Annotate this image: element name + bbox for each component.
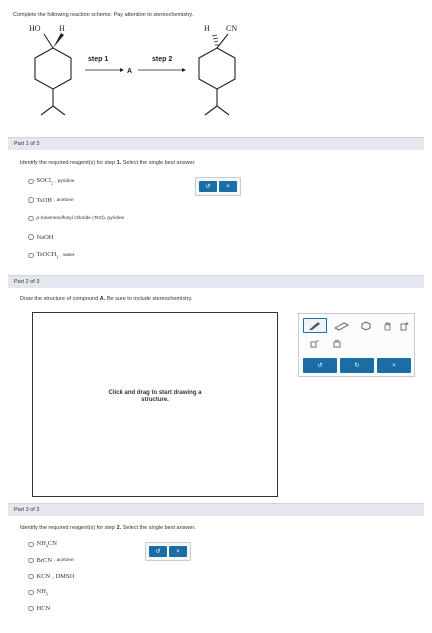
radio-button[interactable]: [28, 252, 34, 259]
part1-option-socl2[interactable]: SOCl2, pyridine: [28, 177, 124, 186]
product-label-h: H: [204, 24, 210, 33]
part2-button-bar: ↺ ↻ ×: [303, 358, 411, 373]
lone-pair-icon: [333, 339, 341, 347]
undo-icon: ↺: [317, 363, 323, 369]
close-icon: ×: [226, 183, 230, 190]
part3-button-bar: ↺ ×: [145, 542, 191, 561]
radio-button[interactable]: [28, 215, 34, 222]
part1-question: Identify the required reagent(s) for ste…: [20, 160, 196, 166]
part3-options: NH4CN BrCN, acetone KCN, DMSO NH3 HCN: [28, 540, 76, 621]
undo-icon: ↺: [155, 549, 161, 555]
part3-option-nh4cn[interactable]: NH4CN: [28, 540, 76, 549]
part1-header: Part 1 of 3: [8, 137, 424, 150]
part3-clear-button[interactable]: ×: [169, 546, 187, 557]
intermediate-label: A: [127, 68, 132, 75]
redo-icon: ↻: [354, 363, 360, 369]
reactant-label-ho: HO: [29, 24, 41, 33]
part3-header: Part 3 of 3: [8, 503, 424, 516]
radio-button[interactable]: [28, 573, 34, 580]
charge-minus-tool-button[interactable]: [307, 337, 323, 349]
part2-header: Part 2 of 3: [8, 275, 424, 288]
part1-option-tscl[interactable]: p -toluenesulfonyl chloride (TsCl), pyrid…: [28, 215, 124, 222]
part2-undo-button[interactable]: ↺: [303, 358, 337, 373]
radio-button[interactable]: [28, 557, 34, 564]
part3-option-nh3[interactable]: NH3: [28, 588, 76, 597]
part1-option-tsoch3[interactable]: TsOCH3, water: [28, 251, 124, 260]
reactant-label-h: H: [59, 24, 65, 33]
step2-label: step 2: [152, 56, 172, 63]
undo-icon: ↺: [205, 184, 211, 190]
part1-button-bar: ↺ ×: [195, 177, 241, 196]
product-label-cn: CN: [226, 24, 237, 33]
reactant-structure: [34, 33, 72, 116]
part3-option-brcn[interactable]: BrCN, acetone: [28, 557, 76, 564]
step1-label: step 1: [88, 56, 108, 63]
reaction-scheme: HO H step 1 A step 2 H CN: [29, 24, 237, 116]
part3-option-hcn[interactable]: HCN: [28, 605, 76, 612]
wedge-bond: [53, 33, 64, 48]
radio-button[interactable]: [28, 589, 34, 596]
part1-options: SOCl2, pyridine TsOH, acetone p -toluenes…: [28, 177, 124, 271]
canvas-hint: Click and drag to start drawing a struct…: [108, 390, 202, 403]
part1-option-naoh[interactable]: NaOH: [28, 234, 124, 241]
part2-question: Draw the structure of compound A. Be sur…: [20, 296, 193, 302]
part2-redo-button[interactable]: ↻: [340, 358, 374, 373]
close-icon: ×: [392, 362, 396, 369]
hash-bond: [211, 34, 219, 46]
part3-undo-button[interactable]: ↺: [149, 546, 167, 557]
drawing-toolbox: ↺ ↻ ×: [298, 313, 415, 377]
part3-option-kcn[interactable]: KCN, DMSO: [28, 573, 76, 580]
drawing-canvas[interactable]: Click and drag to start drawing a struct…: [32, 312, 278, 497]
part2-clear-button[interactable]: ×: [377, 358, 411, 373]
part3-question: Identify the required reagent(s) for ste…: [20, 525, 196, 531]
radio-button[interactable]: [28, 178, 34, 185]
radio-button[interactable]: [28, 234, 34, 240]
pencil-icon: [309, 321, 320, 330]
charge-plus-icon: [400, 321, 409, 330]
product-structure: [198, 33, 236, 116]
close-icon: ×: [176, 548, 180, 555]
lone-pair-tool-button[interactable]: [329, 337, 345, 349]
radio-button[interactable]: [28, 541, 34, 548]
pencil-tool-button[interactable]: [303, 318, 327, 333]
bond-icon: [334, 321, 350, 331]
radio-button[interactable]: [28, 605, 34, 612]
part1-undo-button[interactable]: ↺: [199, 181, 217, 192]
radio-button[interactable]: [28, 197, 34, 203]
bond-tool-button[interactable]: [331, 318, 353, 333]
part1-clear-button[interactable]: ×: [219, 181, 237, 192]
charge-minus-icon: [310, 340, 319, 347]
ring-icon: [361, 320, 371, 331]
ring-tool-button[interactable]: [357, 318, 375, 333]
part1-option-tsoh[interactable]: TsOH, acetone: [28, 197, 124, 204]
hand-icon: [384, 322, 391, 330]
hand-tool-button[interactable]: [379, 318, 395, 333]
charge-tool-button[interactable]: [397, 318, 413, 333]
